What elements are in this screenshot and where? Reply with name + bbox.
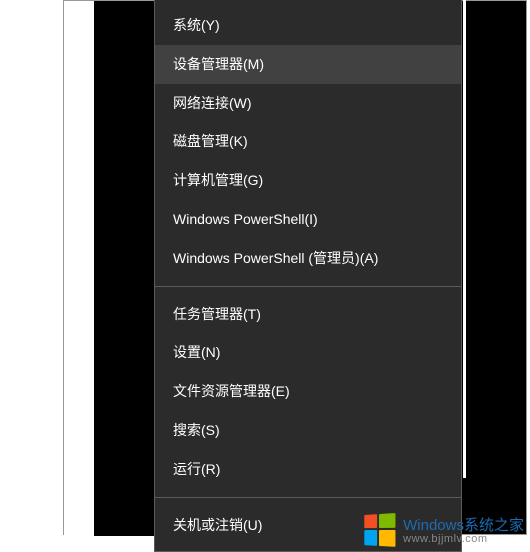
menu-item-computer-management[interactable]: 计算机管理(G) — [155, 161, 461, 200]
windows-logo-icon — [364, 513, 397, 549]
menu-item-label: 搜索(S) — [173, 422, 220, 438]
window-left-strip — [64, 1, 94, 536]
watermark-text: Windows系统之家 www.bjjmlv.com — [403, 518, 524, 545]
menu-item-label: 设置(N) — [173, 344, 220, 360]
menu-item-label: 运行(R) — [173, 461, 220, 477]
menu-item-label: 系统(Y) — [173, 17, 220, 33]
watermark-url: www.bjjmlv.com — [403, 534, 524, 545]
menu-divider — [155, 497, 461, 498]
menu-item-disk-management[interactable]: 磁盘管理(K) — [155, 122, 461, 161]
menu-item-powershell-admin[interactable]: Windows PowerShell (管理员)(A) — [155, 239, 461, 278]
menu-item-label: 文件资源管理器(E) — [173, 383, 290, 399]
menu-item-label: 磁盘管理(K) — [173, 133, 248, 149]
window-dark-area — [94, 1, 156, 536]
right-gap-line — [463, 0, 466, 478]
menu-item-device-manager[interactable]: 设备管理器(M) — [155, 45, 461, 84]
menu-item-label: 设备管理器(M) — [173, 56, 264, 72]
menu-item-run[interactable]: 运行(R) — [155, 450, 461, 489]
menu-item-search[interactable]: 搜索(S) — [155, 411, 461, 450]
watermark-brand: Windows系统之家 — [403, 518, 524, 533]
menu-item-label: 网络连接(W) — [173, 95, 252, 111]
menu-section-1: 系统(Y) 设备管理器(M) 网络连接(W) 磁盘管理(K) 计算机管理(G) … — [155, 0, 461, 284]
menu-item-file-explorer[interactable]: 文件资源管理器(E) — [155, 372, 461, 411]
menu-item-settings[interactable]: 设置(N) — [155, 333, 461, 372]
menu-item-powershell[interactable]: Windows PowerShell(I) — [155, 200, 461, 239]
menu-item-network-connections[interactable]: 网络连接(W) — [155, 84, 461, 123]
menu-item-system[interactable]: 系统(Y) — [155, 6, 461, 45]
menu-item-label: Windows PowerShell (管理员)(A) — [173, 250, 378, 266]
winx-context-menu: 系统(Y) 设备管理器(M) 网络连接(W) 磁盘管理(K) 计算机管理(G) … — [154, 0, 462, 552]
menu-item-label: Windows PowerShell(I) — [173, 211, 318, 227]
menu-section-2: 任务管理器(T) 设置(N) 文件资源管理器(E) 搜索(S) 运行(R) — [155, 289, 461, 495]
menu-item-label: 计算机管理(G) — [173, 172, 263, 188]
menu-item-label: 任务管理器(T) — [173, 306, 261, 322]
menu-item-task-manager[interactable]: 任务管理器(T) — [155, 295, 461, 334]
menu-item-label: 关机或注销(U) — [173, 517, 262, 533]
menu-divider — [155, 286, 461, 287]
watermark: Windows系统之家 www.bjjmlv.com — [363, 514, 524, 548]
